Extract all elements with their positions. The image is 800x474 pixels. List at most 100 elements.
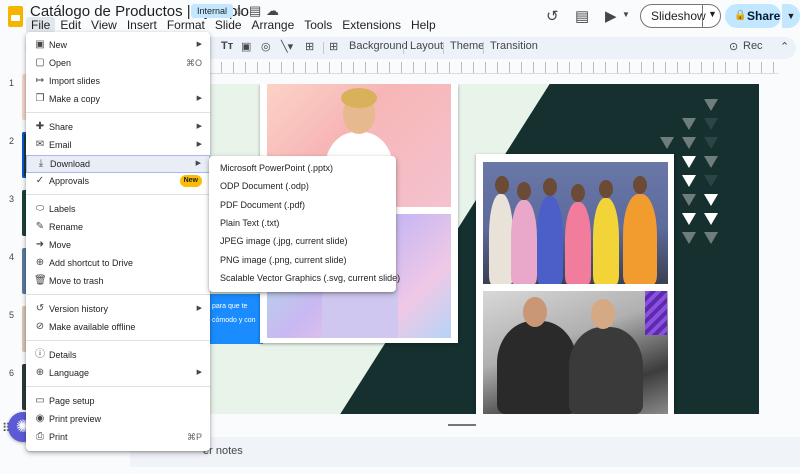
download-option-0[interactable]: Microsoft PowerPoint (.pptx) bbox=[209, 160, 396, 178]
file-menu-item-labels[interactable]: ⬭ Labels bbox=[26, 201, 210, 219]
purple-stripe-decoration bbox=[645, 291, 667, 335]
menu-item-label: Language bbox=[49, 368, 90, 378]
menu-format[interactable]: Format bbox=[162, 17, 210, 33]
person-shirt bbox=[511, 200, 537, 284]
keyboard-shortcut: ⌘O bbox=[185, 58, 202, 68]
download-option-6[interactable]: Scalable Vector Graphics (.svg, current … bbox=[209, 270, 400, 288]
streetwear-photo[interactable] bbox=[483, 291, 668, 414]
person-jacket bbox=[497, 321, 577, 414]
menu-item-label: Add shortcut to Drive bbox=[49, 258, 134, 268]
comment-icon[interactable]: ▤ bbox=[575, 7, 589, 25]
person-head bbox=[571, 184, 585, 202]
file-menu-item-share[interactable]: ✚ Share ▶ bbox=[26, 119, 210, 137]
download-option-3[interactable]: Plain Text (.txt) bbox=[209, 215, 396, 233]
internal-label-badge[interactable]: Internal bbox=[191, 4, 234, 18]
blue-text-line: cómodo y con bbox=[212, 317, 256, 324]
transition-button[interactable]: Transition bbox=[490, 40, 538, 52]
theme-button[interactable]: Theme bbox=[450, 40, 484, 52]
speaker-notes[interactable]: er notes bbox=[130, 437, 800, 467]
blue-text-box[interactable]: para que te cómodo y con bbox=[208, 294, 263, 344]
menu-divider bbox=[26, 386, 210, 387]
layout-button[interactable]: Layout bbox=[410, 40, 443, 52]
triangle-decoration bbox=[682, 232, 696, 244]
collapse-toolbar-icon[interactable]: ⌃ bbox=[780, 40, 789, 53]
file-menu-item-details[interactable]: ⓘ Details bbox=[26, 347, 210, 365]
file-menu-item-language[interactable]: ⊕ Language ▶ bbox=[26, 365, 210, 383]
file-menu-item-open[interactable]: ▢ Open ⌘O bbox=[26, 55, 210, 73]
print-icon: ⎙ bbox=[36, 431, 44, 442]
slides-logo-icon[interactable] bbox=[8, 6, 23, 27]
menu-divider bbox=[26, 340, 210, 341]
new-badge: New bbox=[179, 175, 202, 187]
menu-edit[interactable]: Edit bbox=[55, 17, 86, 33]
file-menu-item-print-preview[interactable]: ◉ Print preview bbox=[26, 411, 210, 429]
meet-icon[interactable]: ▶ bbox=[605, 7, 617, 25]
menu-item-label: Import slides bbox=[49, 76, 101, 86]
slideshow-label: Slideshow bbox=[651, 9, 706, 23]
chevron-down-icon[interactable]: ▼ bbox=[708, 9, 717, 19]
triangle-decoration bbox=[704, 137, 718, 149]
file-menu-item-make-available-offline[interactable]: ⊘ Make available offline bbox=[26, 319, 210, 337]
slideshow-button[interactable]: Slideshow ▼ bbox=[640, 4, 721, 28]
menu-slide[interactable]: Slide bbox=[210, 17, 247, 33]
rec-button[interactable]: Rec bbox=[743, 40, 763, 52]
person-head bbox=[599, 180, 613, 198]
triangle-decoration bbox=[704, 156, 718, 168]
move-icon: ➜ bbox=[35, 239, 45, 250]
menu-item-label: Version history bbox=[49, 304, 109, 314]
file-menu-item-move-to-trash[interactable]: 🗑 Move to trash bbox=[26, 273, 210, 291]
menu-file[interactable]: File bbox=[26, 17, 56, 33]
history-icon[interactable]: ↺ bbox=[546, 7, 559, 25]
share-options-button[interactable]: ▼ bbox=[782, 4, 800, 28]
menu-insert[interactable]: Insert bbox=[122, 17, 162, 33]
menu-extensions[interactable]: Extensions bbox=[337, 17, 406, 33]
text-box-icon[interactable]: Tт bbox=[221, 40, 233, 52]
record-icon[interactable]: ⊙ bbox=[729, 40, 738, 53]
download-option-label: Plain Text (.txt) bbox=[220, 217, 280, 228]
menu-help[interactable]: Help bbox=[406, 17, 441, 33]
file-menu-item-make-a-copy[interactable]: ❐ Make a copy ▶ bbox=[26, 91, 210, 109]
rename-icon: ✎ bbox=[35, 221, 45, 232]
shape-icon[interactable]: ◎ bbox=[261, 40, 271, 53]
download-option-2[interactable]: PDF Document (.pdf) bbox=[209, 197, 396, 215]
line-icon[interactable]: ╲▾ bbox=[281, 40, 293, 53]
photo-card-right[interactable] bbox=[476, 154, 674, 414]
menu-arrange[interactable]: Arrange bbox=[247, 17, 300, 33]
menu-bar: File Edit View Insert Format Slide Arran… bbox=[26, 17, 441, 33]
menu-tools[interactable]: Tools bbox=[299, 17, 337, 33]
file-menu-item-add-shortcut-to-drive[interactable]: ⊕ Add shortcut to Drive bbox=[26, 255, 210, 273]
comment-add-icon[interactable]: ⊞ bbox=[305, 40, 314, 53]
file-menu-item-move[interactable]: ➜ Move bbox=[26, 237, 210, 255]
add-comment-icon[interactable]: ⊞ bbox=[329, 40, 338, 53]
title-bar: Catálogo de Productos | Ejemplo Internal… bbox=[0, 0, 800, 34]
download-option-1[interactable]: ODP Document (.odp) bbox=[209, 178, 396, 196]
horizontal-ruler[interactable] bbox=[210, 62, 778, 74]
lock-icon: 🔒 bbox=[734, 10, 747, 21]
file-menu-item-approvals[interactable]: ✓ Approvals New bbox=[26, 173, 210, 191]
download-option-5[interactable]: PNG image (.png, current slide) bbox=[209, 252, 396, 270]
image-icon[interactable]: ▣ bbox=[241, 40, 251, 53]
download-option-4[interactable]: JPEG image (.jpg, current slide) bbox=[209, 233, 396, 251]
file-menu-item-rename[interactable]: ✎ Rename bbox=[26, 219, 210, 237]
blue-text-line: para que te bbox=[212, 303, 248, 310]
toolbar-divider bbox=[483, 42, 484, 54]
background-button[interactable]: Background bbox=[349, 40, 408, 52]
file-menu-item-email[interactable]: ✉ Email ▶ bbox=[26, 137, 210, 155]
file-menu-item-new[interactable]: ▣ New ▶ bbox=[26, 37, 210, 55]
chevron-down-icon[interactable]: ▼ bbox=[622, 10, 630, 19]
person-shirt bbox=[565, 202, 591, 284]
file-menu-item-download[interactable]: ⤓ Download ▶ bbox=[26, 155, 210, 173]
group-tshirts-photo[interactable] bbox=[483, 162, 668, 284]
person-shirt bbox=[593, 198, 619, 284]
file-menu-item-print[interactable]: ⎙ Print ⌘P bbox=[26, 429, 210, 447]
notes-resize-handle[interactable] bbox=[448, 424, 476, 426]
file-menu-item-version-history[interactable]: ↺ Version history ▶ bbox=[26, 301, 210, 319]
slide-number: 2 bbox=[9, 136, 15, 146]
triangle-decoration bbox=[704, 99, 718, 111]
menu-item-label: Labels bbox=[49, 204, 76, 214]
file-menu-item-import-slides[interactable]: ↦ Import slides bbox=[26, 73, 210, 91]
share-button[interactable]: 🔒 Share bbox=[725, 4, 781, 28]
download-option-label: PDF Document (.pdf) bbox=[220, 199, 306, 210]
menu-view[interactable]: View bbox=[86, 17, 122, 33]
file-menu-item-page-setup[interactable]: ▭ Page setup bbox=[26, 393, 210, 411]
